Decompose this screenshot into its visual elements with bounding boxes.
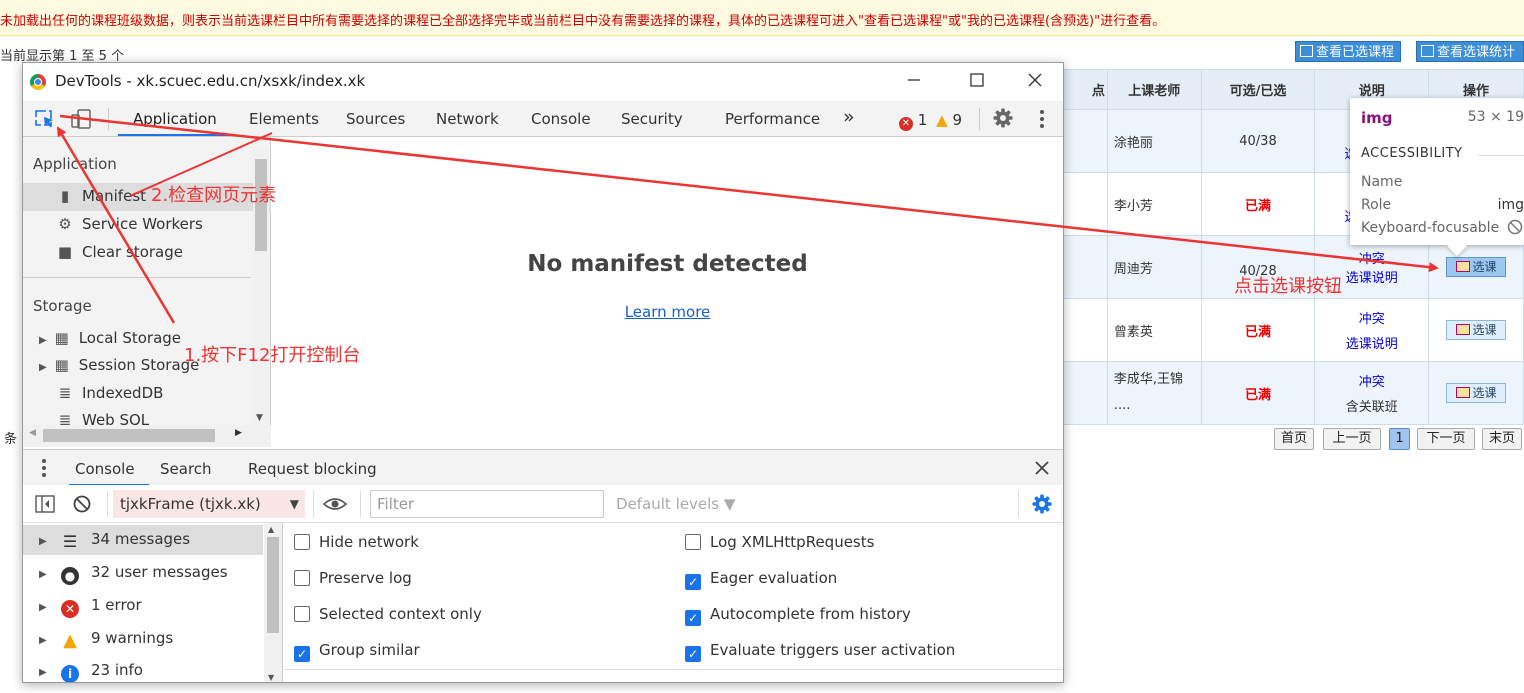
screen: 未加载出任何的课程班级数据，则表示当前选课栏目中所有需要选择的课程已全部选择完毕…: [0, 0, 1524, 693]
annotation-step3: 点击选课按钮: [1234, 276, 1342, 297]
arrow-to-inspect-icon: [56, 126, 176, 324]
annotation-step1: 1.按下F12打开控制台: [184, 345, 361, 366]
annotation-step2: 2.检查网页元素: [151, 185, 277, 206]
